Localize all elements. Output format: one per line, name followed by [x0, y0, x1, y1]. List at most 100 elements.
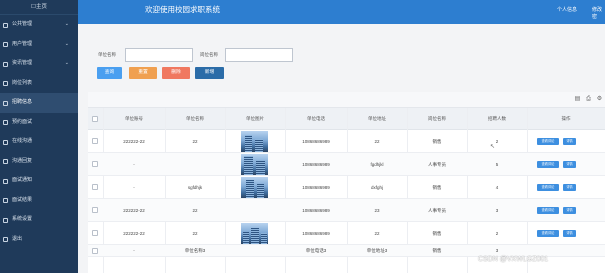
reset-button[interactable]: 重置 [129, 67, 157, 79]
unit-address-cell: 23 [374, 208, 380, 213]
unit-name-input[interactable] [125, 48, 193, 62]
view-comments-button[interactable]: 查看评论 [537, 230, 559, 237]
sidebar-item-label: 在线沟通 [12, 138, 33, 144]
sidebar-item-public[interactable]: 公共管理 ⌄ [0, 15, 78, 35]
watermark: CSDN @VXWLGZ001 [478, 256, 549, 263]
users-icon [3, 42, 8, 47]
list-icon[interactable]: ▤ [574, 96, 581, 103]
row-checkbox[interactable] [92, 138, 98, 144]
row-checkbox[interactable] [92, 207, 98, 213]
position-name-cell: 销售 [432, 231, 442, 236]
position-name-cell: 销售 [432, 139, 442, 144]
app-window: ☐主页 公共管理 ⌄ 用户管理 ⌄ 资讯管理 ⌄ 岗位列表 招聘信息 预约面试 [0, 0, 605, 273]
view-comments-button[interactable]: 查看评论 [537, 184, 559, 191]
news-icon [3, 61, 8, 67]
unit-name-cell: 22 [192, 231, 198, 236]
detail-button[interactable]: 详情 [563, 184, 576, 191]
list-icon [3, 81, 8, 86]
sidebar-item-users[interactable]: 用户管理 ⌄ [0, 35, 78, 55]
row-checkbox[interactable] [92, 161, 98, 167]
search-button[interactable]: 查询 [97, 67, 122, 79]
detail-button[interactable]: 详情 [563, 161, 576, 168]
add-button[interactable]: 新增 [195, 67, 224, 79]
unit-address-cell: fgdhjkl [370, 162, 384, 167]
sidebar-home[interactable]: ☐主页 [0, 0, 78, 15]
unit-phone-cell: 单位电话3 [305, 248, 327, 253]
unit-account-cell: 222222-22 [123, 208, 145, 213]
row-checkbox[interactable] [92, 230, 98, 236]
view-comments-button[interactable]: 查看评论 [537, 138, 559, 145]
row-checkbox[interactable] [92, 184, 98, 190]
sidebar-item-chat[interactable]: 在线沟通 [0, 132, 78, 152]
table-row[interactable]: - 10868686989 fgdhjkl 人事专员 5 查看评论 详情 [88, 153, 605, 176]
unit-account-cell: - [133, 248, 135, 253]
calendar-icon [3, 120, 8, 125]
sidebar-item-interview-notice[interactable]: 面试通知 [0, 171, 78, 191]
row-checkbox[interactable] [92, 248, 98, 254]
sidebar-item-interview-booking[interactable]: 预约面试 [0, 113, 78, 133]
unit-picture [241, 154, 268, 175]
table-row[interactable]: 222222-22 22 10868686989 22 销售 2 查看评论 详情 [88, 222, 605, 245]
hire-count-cell: 4 [495, 185, 499, 190]
position-name-cell: 销售 [432, 248, 442, 253]
sidebar-item-label: 系统设置 [12, 216, 33, 222]
unit-account-cell: 222222-22 [123, 139, 145, 144]
sidebar-item-positions[interactable]: 岗位列表 [0, 74, 78, 94]
sidebar-item-label: 资讯管理 [12, 60, 33, 66]
sidebar-item-interview-result[interactable]: 面试结果 [0, 191, 78, 211]
print-icon[interactable]: ⎙ [585, 96, 592, 103]
unit-phone-cell: 10868686989 [302, 139, 330, 144]
unit-picture [241, 131, 268, 152]
unit-phone-cell: 10868686989 [302, 208, 330, 213]
unit-name-cell: sgfdhjk [187, 185, 203, 190]
sidebar-item-news[interactable]: 资讯管理 ⌄ [0, 54, 78, 74]
sidebar-item-label: 面试通知 [12, 177, 33, 183]
delete-button[interactable]: 删除 [162, 67, 190, 79]
change-password-link[interactable]: 修改密 [592, 6, 605, 20]
top-header: 欢迎使用校园求职系统 个人信息 修改密 [78, 0, 605, 24]
detail-button[interactable]: 详情 [563, 230, 576, 237]
sidebar-item-label: 预约面试 [12, 118, 33, 125]
column-header[interactable]: 岗位名称 [407, 108, 467, 130]
mouse-cursor-icon: ↖ [490, 144, 496, 150]
hire-count-cell: 2 [495, 139, 499, 144]
hire-count-cell: 2 [495, 231, 499, 236]
table-row[interactable]: 222222-22 22 10868686989 23 人事专员 3 查看评论 … [88, 199, 605, 222]
sidebar-item-exit[interactable]: 退出 [0, 230, 78, 250]
table-toolbar: ▤ ⎙ ⚙ [88, 92, 605, 108]
detail-button[interactable]: 详情 [563, 207, 576, 214]
column-header[interactable]: 单位地址 [347, 108, 407, 130]
view-comments-button[interactable]: 查看评论 [537, 161, 559, 168]
column-header: 操作 [561, 116, 571, 121]
table-row[interactable]: 222222-22 22 10868686989 22 销售 2 查看评论 详情… [88, 130, 605, 153]
sidebar-item-label: 沟通回复 [12, 157, 33, 164]
column-header[interactable]: 单位电话 [285, 108, 347, 130]
column-header[interactable]: 招聘人数 [467, 108, 527, 130]
detail-button[interactable]: 详情 [563, 138, 576, 145]
table-row[interactable]: - sgfdhjk 10868686989 dxfghj 销售 4 查看评论 详… [88, 176, 605, 199]
position-name-cell: 销售 [432, 185, 442, 190]
position-name-cell: 人事专员 [428, 162, 446, 167]
unit-address-cell: 单位地址3 [366, 248, 388, 253]
settings-icon[interactable]: ⚙ [596, 96, 603, 103]
sidebar-item-reply[interactable]: 沟通回复 [0, 152, 78, 172]
view-comments-button[interactable]: 查看评论 [537, 207, 559, 214]
user-center-link[interactable]: 个人信息 [557, 6, 577, 13]
chevron-down-icon: ⌄ [64, 40, 69, 47]
column-header[interactable]: 单位名称 [165, 108, 225, 130]
column-header[interactable]: 单位图片 [225, 108, 285, 130]
main-content: 单位名称 岗位名称 查询 重置 删除 新增 ▤ ⎙ ⚙ 单位账号 单位名称 单位… [78, 24, 605, 273]
unit-picture [241, 177, 268, 198]
column-header[interactable]: 单位账号 [103, 108, 165, 130]
position-name-label: 岗位名称 [200, 52, 218, 57]
sidebar: ☐主页 公共管理 ⌄ 用户管理 ⌄ 资讯管理 ⌄ 岗位列表 招聘信息 预约面试 [0, 0, 78, 273]
position-name-input[interactable] [225, 48, 293, 62]
data-table: ▤ ⎙ ⚙ 单位账号 单位名称 单位图片 单位电话 单位地址 岗位名称 招聘人数… [88, 92, 605, 273]
select-all-checkbox[interactable] [92, 116, 98, 122]
unit-account-cell: - [133, 185, 135, 190]
unit-phone-cell: 10868686989 [302, 231, 330, 236]
unit-picture [241, 223, 268, 244]
sidebar-item-settings[interactable]: 系统设置 [0, 210, 78, 230]
unit-account-cell: 222222-22 [123, 231, 145, 236]
sidebar-item-recruit[interactable]: 招聘信息 [0, 93, 78, 113]
